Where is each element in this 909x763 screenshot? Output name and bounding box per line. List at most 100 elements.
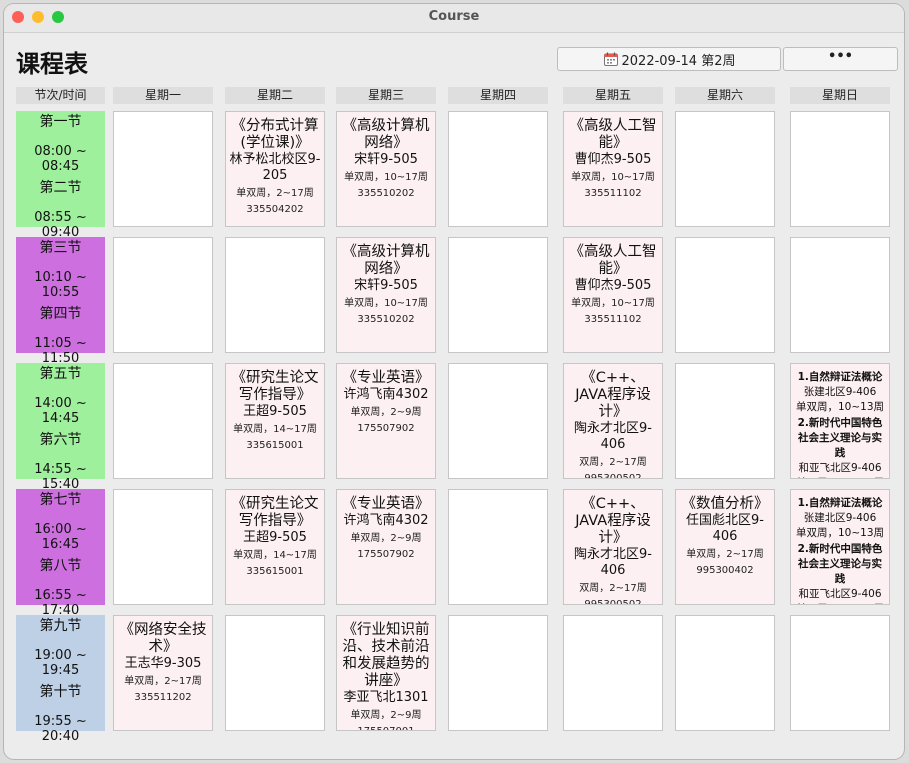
- course-cell[interactable]: 《研究生论文写作指导》 王超9-505 单双周，14~17周 335615001: [225, 489, 325, 605]
- empty-cell[interactable]: [790, 615, 890, 731]
- course-weeks: 单双周，2~9周: [350, 407, 422, 418]
- course-id: 335510202: [357, 314, 415, 325]
- course-cell[interactable]: 《专业英语》 许鸿飞南4302 单双周，2~9周 175507902: [336, 363, 436, 479]
- course-list-line: 单双周，10~13周: [793, 602, 887, 604]
- course-list-line: 和亚飞北区9-406: [798, 462, 882, 475]
- course-cell[interactable]: 《专业英语》 许鸿飞南4302 单双周，2~9周 175507902: [336, 489, 436, 605]
- date-week-button[interactable]: 2022-09-14 第2周: [557, 47, 781, 71]
- course-cell[interactable]: 《高级计算机网络》 宋轩9-505 单双周，10~17周 335510202: [336, 111, 436, 227]
- course-weeks: 单双周，2~17周: [124, 676, 202, 687]
- course-name: 《高级计算机网络》: [342, 118, 430, 151]
- empty-cell[interactable]: [563, 615, 663, 731]
- time-range: 11:05 ~ 11:50: [34, 336, 87, 366]
- course-name: 《数值分析》: [681, 496, 769, 512]
- period-label: 第二节: [39, 180, 82, 196]
- course-weeks: 单双周，2~9周: [350, 710, 422, 721]
- course-list-line: 1.自然辩证法概论: [797, 371, 883, 383]
- course-id: 175507001: [339, 724, 433, 730]
- course-list-line: 和亚飞北区9-406: [798, 588, 882, 601]
- empty-cell[interactable]: [675, 111, 775, 227]
- empty-cell[interactable]: [790, 237, 890, 353]
- course-id: 175507902: [357, 549, 415, 560]
- time-range: 08:55 ~ 09:40: [34, 210, 87, 240]
- page-title: 课程表: [16, 50, 88, 78]
- course-name: 《专业英语》: [342, 496, 430, 512]
- course-id: 335511202: [134, 692, 192, 703]
- empty-cell[interactable]: [113, 489, 213, 605]
- course-weeks: 单双周，10~17周: [344, 298, 428, 309]
- course-weeks: 双周，2~17周: [579, 457, 647, 468]
- course-id: 335615001: [246, 440, 304, 451]
- course-weeks: 单双周，14~17周: [233, 424, 317, 435]
- course-weeks: 单双周，2~9周: [350, 533, 422, 544]
- empty-cell[interactable]: [448, 111, 548, 227]
- course-id: 995300502: [584, 599, 642, 605]
- empty-cell[interactable]: [675, 363, 775, 479]
- time-range: 08:00 ~ 08:45: [34, 144, 87, 174]
- course-cell[interactable]: 《网络安全技术》 王志华9-305 单双周，2~17周 335511202: [113, 615, 213, 731]
- timeslot-cell: 第九节 19:00 ~ 19:45 第十节 19:55 ~ 20:40: [16, 615, 105, 744]
- course-cell[interactable]: 《分布式计算(学位课)》 林予松北校区9-205 单双周，2~17周 33550420…: [225, 111, 325, 227]
- title-bar: Course: [4, 4, 904, 33]
- course-teacher-room: 陶永才北区9-406: [574, 421, 652, 452]
- course-weeks: 单双周，14~17周: [233, 550, 317, 561]
- header-day: 星期一: [113, 87, 213, 104]
- course-teacher-room: 宋轩9-505: [354, 152, 418, 167]
- more-button[interactable]: •••: [783, 47, 898, 71]
- course-teacher-room: 许鸿飞南4302: [343, 387, 429, 402]
- course-cell[interactable]: 《C++、JAVA程序设计》 陶永才北区9-406 双周，2~17周 99530050…: [563, 363, 663, 479]
- empty-cell[interactable]: [790, 111, 890, 227]
- empty-cell[interactable]: [225, 615, 325, 731]
- time-range: 19:00 ~ 19:45: [34, 648, 87, 678]
- course-id: 175507902: [357, 423, 415, 434]
- empty-cell[interactable]: [113, 237, 213, 353]
- course-cell[interactable]: 《研究生论文写作指导》 王超9-505 单双周，14~17周 335615001: [225, 363, 325, 479]
- course-cell[interactable]: 1.自然辩证法概论 张建北区9-406 单双周，10~13周 2.新时代中国特色社会主…: [790, 363, 890, 479]
- course-cell[interactable]: 《C++、JAVA程序设计》 陶永才北区9-406 双周，2~17周 99530050…: [563, 489, 663, 605]
- course-cell[interactable]: 《高级计算机网络》 宋轩9-505 单双周，10~17周 335510202: [336, 237, 436, 353]
- header-day: 星期三: [336, 87, 436, 104]
- course-name: 《高级人工智能》: [569, 118, 657, 151]
- course-teacher-room: 曹仰杰9-505: [574, 152, 652, 167]
- empty-cell[interactable]: [113, 363, 213, 479]
- time-range: 16:55 ~ 17:40: [34, 588, 87, 618]
- course-weeks: 单双周，2~17周: [686, 549, 764, 560]
- course-teacher-room: 李亚飞北1301: [343, 690, 429, 705]
- course-list-line: 单双周，10~13周: [795, 401, 885, 414]
- calendar-icon: [603, 52, 618, 66]
- course-list-line: 张建北区9-406: [803, 512, 877, 525]
- time-range: 10:10 ~ 10:55: [34, 270, 87, 300]
- course-weeks: 双周，2~17周: [579, 583, 647, 594]
- course-cell[interactable]: 《高级人工智能》 曹仰杰9-505 单双周，10~17周 335511102: [563, 111, 663, 227]
- course-cell[interactable]: 1.自然辩证法概论 张建北区9-406 单双周，10~13周 2.新时代中国特色社会主…: [790, 489, 890, 605]
- course-cell[interactable]: 《高级人工智能》 曹仰杰9-505 单双周，10~17周 335511102: [563, 237, 663, 353]
- empty-cell[interactable]: [448, 615, 548, 731]
- header-day: 星期日: [790, 87, 890, 104]
- course-cell[interactable]: 《数值分析》 任国彪北区9-406 单双周，2~17周 995300402: [675, 489, 775, 605]
- course-list-line: 2.新时代中国特色社会主义理论与实践: [797, 416, 883, 460]
- course-cell[interactable]: 《行业知识前沿、技术前沿和发展趋势的讲座》李亚飞北1301 单双周，2~9周 175…: [336, 615, 436, 731]
- course-name: 《研究生论文写作指导》: [231, 370, 319, 403]
- course-list-line: 单双周，10~13周: [793, 476, 887, 478]
- course-teacher-room: 任国彪北区9-406: [686, 513, 764, 544]
- empty-cell[interactable]: [675, 237, 775, 353]
- empty-cell[interactable]: [448, 489, 548, 605]
- empty-cell[interactable]: [225, 237, 325, 353]
- empty-cell[interactable]: [113, 111, 213, 227]
- course-id: 335504202: [246, 204, 304, 215]
- period-label: 第三节: [39, 240, 82, 256]
- empty-cell[interactable]: [675, 615, 775, 731]
- header-day: 星期五: [563, 87, 663, 104]
- period-label: 第五节: [39, 366, 82, 382]
- course-teacher-room: 许鸿飞南4302: [343, 513, 429, 528]
- course-teacher-room: 王志华9-305: [124, 656, 202, 671]
- empty-cell[interactable]: [448, 363, 548, 479]
- header-day: 星期四: [448, 87, 548, 104]
- period-label: 第一节: [39, 114, 82, 130]
- time-range: 19:55 ~ 20:40: [34, 714, 87, 744]
- empty-cell[interactable]: [448, 237, 548, 353]
- course-window: Course 课程表 2022-09-14 第2周 ••• 节次/时间 星期一 星期…: [4, 4, 904, 759]
- course-teacher-room: 王超9-505: [243, 404, 307, 419]
- course-name: 《专业英语》: [342, 370, 430, 386]
- course-list-line: 单双周，10~13周: [795, 527, 885, 540]
